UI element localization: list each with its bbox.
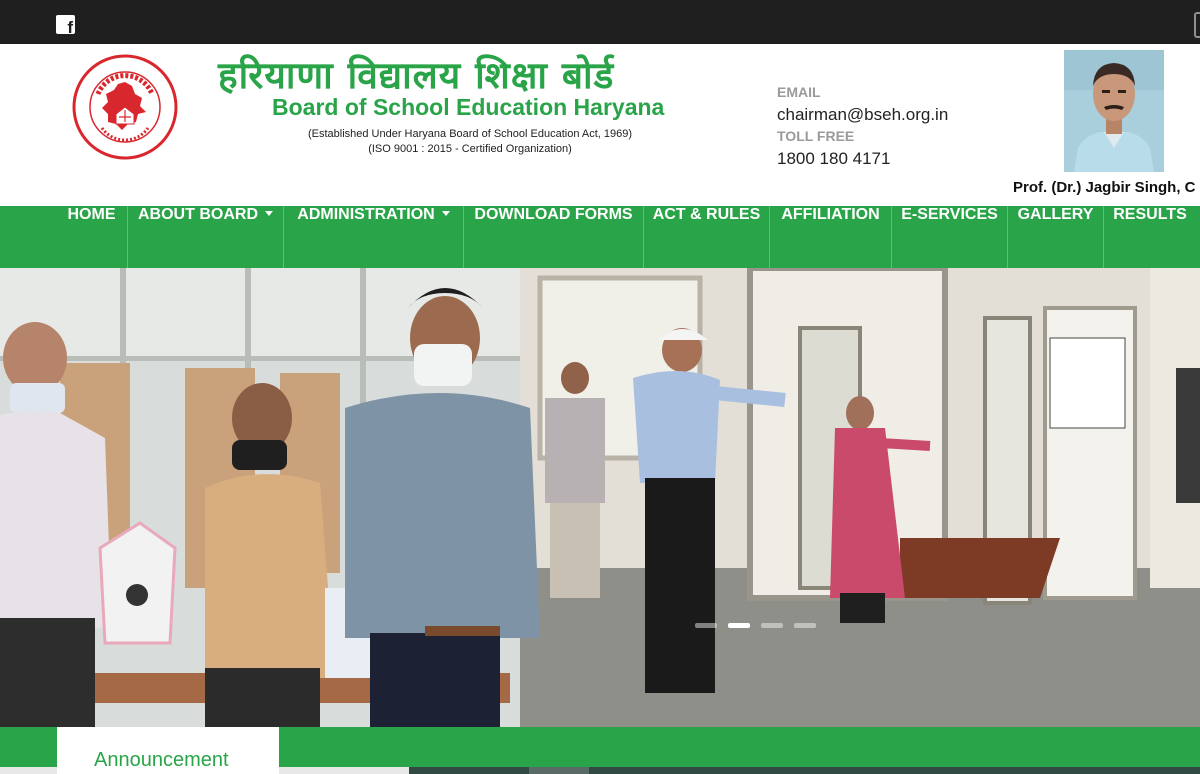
main-nav: HOME ABOUT BOARD ADMINISTRATION DOWNLOAD… bbox=[0, 206, 1200, 268]
slider-dot[interactable] bbox=[761, 623, 783, 628]
chevron-down-icon bbox=[265, 211, 273, 216]
announcement-tab[interactable]: Announcement bbox=[57, 727, 279, 774]
announcement-label: Announcement bbox=[94, 749, 229, 771]
hero-slider[interactable] bbox=[0, 268, 1200, 727]
title-english: Board of School Education Haryana bbox=[272, 94, 665, 120]
nav-gallery[interactable]: GALLERY bbox=[1007, 206, 1103, 268]
tollfree-number: 1800 180 4171 bbox=[777, 149, 891, 168]
footer-strip bbox=[279, 767, 409, 774]
iso-note: (ISO 9001 : 2015 - Certified Organizatio… bbox=[368, 143, 572, 155]
nav-home[interactable]: HOME bbox=[56, 206, 127, 268]
footer-strip bbox=[589, 767, 1200, 774]
slider-dot-active[interactable] bbox=[728, 623, 750, 628]
email-label: EMAIL bbox=[777, 84, 821, 100]
chairman-photo bbox=[1064, 50, 1164, 172]
nav-administration[interactable]: ADMINISTRATION bbox=[283, 206, 463, 268]
slider-dot[interactable] bbox=[794, 623, 816, 628]
footer-strip bbox=[0, 767, 57, 774]
footer-strip bbox=[529, 767, 589, 774]
site-header: हरियाणा विद्यालय शिक्षा बोर्ड Board of S… bbox=[0, 44, 1200, 206]
tollfree-label: TOLL FREE bbox=[777, 128, 855, 144]
top-bar: f bbox=[0, 0, 1200, 44]
nav-act-rules[interactable]: ACT & RULES bbox=[643, 206, 769, 268]
nav-affiliation[interactable]: AFFILIATION bbox=[769, 206, 891, 268]
nav-about-board[interactable]: ABOUT BOARD bbox=[127, 206, 283, 268]
nav-results[interactable]: RESULTS bbox=[1103, 206, 1196, 268]
slide-photo bbox=[0, 268, 1200, 727]
slider-dot[interactable] bbox=[695, 623, 717, 628]
facebook-icon[interactable]: f bbox=[56, 15, 75, 34]
established-note: (Established Under Haryana Board of Scho… bbox=[307, 128, 633, 140]
chairman-caption: Prof. (Dr.) Jagbir Singh, C bbox=[1013, 179, 1196, 196]
title-hindi: हरियाणा विद्यालय शिक्षा बोर्ड bbox=[218, 54, 615, 97]
chevron-down-icon bbox=[441, 211, 450, 216]
side-tab-edge[interactable] bbox=[1194, 12, 1200, 38]
board-logo[interactable] bbox=[72, 54, 178, 160]
email-link[interactable]: chairman@bseh.org.in bbox=[777, 105, 948, 125]
nav-download-forms[interactable]: DOWNLOAD FORMS bbox=[463, 206, 643, 268]
nav-e-services[interactable]: E-SERVICES bbox=[891, 206, 1007, 268]
footer-strip bbox=[409, 767, 529, 774]
